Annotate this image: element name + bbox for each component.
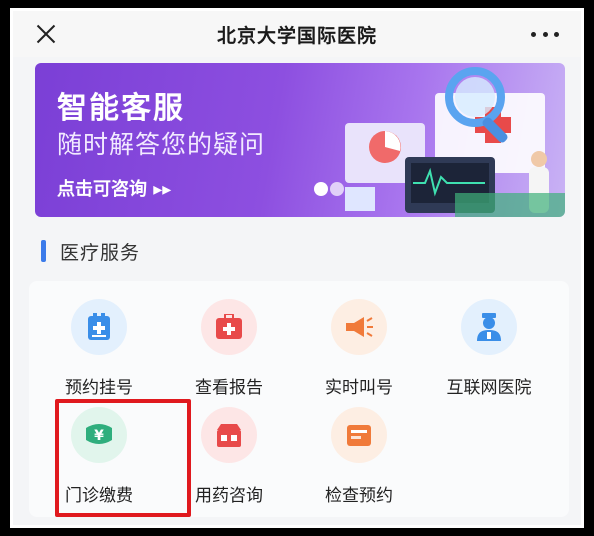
service-label: 互联网医院	[446, 378, 532, 398]
banner-illustration	[314, 67, 565, 217]
pharmacy-icon	[201, 407, 257, 463]
calendar-doc-icon	[71, 299, 127, 355]
close-icon[interactable]	[33, 21, 59, 47]
yen-payment-icon: ¥	[71, 407, 127, 463]
service-outpatient-payment[interactable]: ¥ 门诊缴费	[39, 401, 159, 506]
banner-cta-link[interactable]: 点击可咨询 ▸▸	[57, 175, 171, 201]
section-header: 医疗服务	[13, 231, 581, 271]
services-grid: 预约挂号 查看报告 实时叫号 互联网医院 ¥ 门诊缴费 用药咨询 检查预约	[29, 281, 569, 517]
service-medication-consult[interactable]: 用药咨询	[169, 401, 289, 506]
banner-subtitle: 随时解答您的疑问	[57, 130, 266, 159]
more-options-icon[interactable]	[531, 25, 559, 43]
section-accent-bar	[41, 240, 46, 262]
app-frame: 北京大学国际医院 智能客服 随时解答您的疑问 点击可咨询 ▸▸ 医疗服务 预约挂…	[10, 8, 584, 528]
service-label: 预约挂号	[65, 378, 133, 398]
service-internet-hospital[interactable]: 互联网医院	[429, 293, 549, 398]
service-label: 实时叫号	[325, 378, 393, 398]
doctor-icon	[461, 299, 517, 355]
service-label: 门诊缴费	[65, 486, 133, 506]
section-title: 医疗服务	[60, 241, 141, 264]
service-label: 用药咨询	[195, 486, 263, 506]
banner-title: 智能客服	[57, 91, 185, 126]
megaphone-icon	[331, 299, 387, 355]
service-queue-call[interactable]: 实时叫号	[299, 293, 419, 398]
service-label: 查看报告	[195, 378, 263, 398]
service-appointment[interactable]: 预约挂号	[39, 293, 159, 398]
medical-kit-icon	[201, 299, 257, 355]
service-label: 检查预约	[325, 486, 393, 506]
smart-service-banner[interactable]: 智能客服 随时解答您的疑问 点击可咨询 ▸▸	[35, 63, 565, 217]
svg-text:¥: ¥	[94, 428, 104, 444]
top-bar: 北京大学国际医院	[13, 11, 581, 57]
schedule-icon	[331, 407, 387, 463]
service-exam-booking[interactable]: 检查预约	[299, 401, 419, 506]
page-title: 北京大学国际医院	[216, 24, 377, 47]
service-view-report[interactable]: 查看报告	[169, 293, 289, 398]
